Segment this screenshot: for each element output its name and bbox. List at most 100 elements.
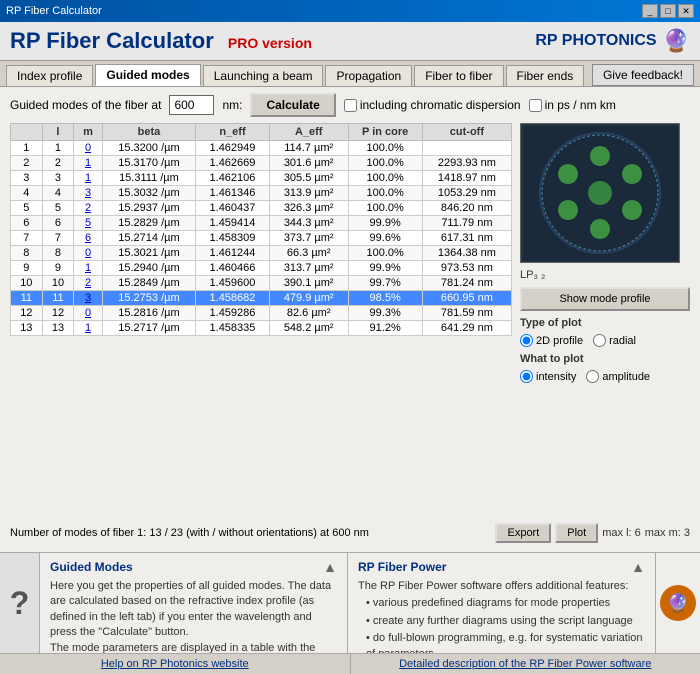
- cell-m[interactable]: 6: [74, 231, 103, 246]
- tab-guided-modes[interactable]: Guided modes: [95, 64, 200, 86]
- cell-cutoff: 973.53 nm: [422, 261, 511, 276]
- table-row[interactable]: 99115.2940 /µm1.460466313.7 µm²99.9%973.…: [11, 261, 512, 276]
- cell-pcore: 98.5%: [348, 291, 422, 306]
- cell-beta: 15.3021 /µm: [102, 246, 195, 261]
- cell-m[interactable]: 0: [74, 141, 103, 156]
- cell-neff: 1.460466: [196, 261, 270, 276]
- cell-cutoff: 846.20 nm: [422, 201, 511, 216]
- radio-intensity[interactable]: [520, 370, 533, 383]
- help-icon-area[interactable]: ?: [0, 553, 40, 653]
- table-row[interactable]: 22115.3170 /µm1.462669301.6 µm²100.0%229…: [11, 156, 512, 171]
- logo-photonics: HOTONICS: [572, 32, 656, 50]
- maximize-button[interactable]: □: [660, 4, 676, 18]
- cell-neff: 1.460437: [196, 201, 270, 216]
- right-panel: LP₃ ₂ Show mode profile Type of plot 2D …: [520, 123, 690, 516]
- cell-cutoff: 2293.93 nm: [422, 156, 511, 171]
- app-header: RP Fiber Calculator PRO version RP PHOTO…: [0, 22, 700, 61]
- table-header-row: l m beta n_eff A_eff P in core cut-off: [11, 124, 512, 141]
- window-controls: _ □ ✕: [642, 4, 694, 18]
- plot-button[interactable]: Plot: [555, 523, 598, 543]
- tab-launching-beam[interactable]: Launching a beam: [203, 65, 324, 86]
- table-row[interactable]: 55215.2937 /µm1.460437326.3 µm²100.0%846…: [11, 201, 512, 216]
- data-table-container: l m beta n_eff A_eff P in core cut-off 1…: [10, 123, 512, 516]
- chromatic-checkbox[interactable]: [344, 99, 357, 112]
- tab-propagation[interactable]: Propagation: [325, 65, 412, 86]
- tab-fiber-to-fiber[interactable]: Fiber to fiber: [414, 65, 503, 86]
- radio-2d-label: 2D profile: [520, 334, 583, 347]
- table-row[interactable]: 33115.3111 /µm1.462106305.5 µm²100.0%141…: [11, 171, 512, 186]
- table-row[interactable]: 88015.3021 /µm1.46124466.3 µm²100.0%1364…: [11, 246, 512, 261]
- logo-icon: 🔮: [663, 28, 690, 54]
- cell-cutoff: 660.95 nm: [422, 291, 511, 306]
- cell-m[interactable]: 0: [74, 306, 103, 321]
- table-row[interactable]: 66515.2829 /µm1.459414344.3 µm²99.9%711.…: [11, 216, 512, 231]
- fiber-preview: [520, 123, 680, 263]
- wavelength-input[interactable]: [169, 95, 214, 115]
- cell-l: 8: [42, 246, 74, 261]
- export-button[interactable]: Export: [495, 523, 551, 543]
- title-bar: RP Fiber Calculator _ □ ✕: [0, 0, 700, 22]
- table-row[interactable]: 1313115.2717 /µm1.458335548.2 µm²91.2%64…: [11, 321, 512, 336]
- radio-intensity-label: intensity: [520, 370, 576, 383]
- cell-m[interactable]: 3: [74, 291, 103, 306]
- table-row[interactable]: 77615.2714 /µm1.458309373.7 µm²99.6%617.…: [11, 231, 512, 246]
- rp-photonics-logo: RP PHOTONICS 🔮: [535, 28, 690, 54]
- cell-pcore: 100.0%: [348, 171, 422, 186]
- close-button[interactable]: ✕: [678, 4, 694, 18]
- calculate-button[interactable]: Calculate: [250, 93, 335, 117]
- cell-m[interactable]: 1: [74, 171, 103, 186]
- cell-aeff: 301.6 µm²: [269, 156, 348, 171]
- rp-fiber-power-panel-header: RP Fiber Power ▲: [358, 559, 645, 575]
- cell-m[interactable]: 1: [74, 321, 103, 336]
- fiber-power-desc-link[interactable]: Detailed description of the RP Fiber Pow…: [351, 654, 700, 674]
- rp-fiber-power-collapse-button[interactable]: ▲: [631, 559, 645, 575]
- radio-radial[interactable]: [593, 334, 606, 347]
- cell-pcore: 99.6%: [348, 231, 422, 246]
- cell-aeff: 373.7 µm²: [269, 231, 348, 246]
- cell-beta: 15.2816 /µm: [102, 306, 195, 321]
- radio-amplitude[interactable]: [586, 370, 599, 383]
- bottom-panel: ? Guided Modes ▲ Here you get the proper…: [0, 552, 700, 674]
- cell-index: 7: [11, 231, 43, 246]
- cell-m[interactable]: 1: [74, 156, 103, 171]
- col-header-m: m: [74, 124, 103, 141]
- cell-m[interactable]: 1: [74, 261, 103, 276]
- cell-m[interactable]: 5: [74, 216, 103, 231]
- modes-table: l m beta n_eff A_eff P in core cut-off 1…: [10, 123, 512, 336]
- show-mode-profile-button[interactable]: Show mode profile: [520, 287, 690, 311]
- ps-nm-checkbox-label: in ps / nm km: [529, 98, 616, 112]
- table-row[interactable]: 11015.3200 /µm1.462949114.7 µm²100.0%: [11, 141, 512, 156]
- cell-aeff: 390.1 µm²: [269, 276, 348, 291]
- cell-l: 9: [42, 261, 74, 276]
- tab-index-profile[interactable]: Index profile: [6, 65, 93, 86]
- radio-2d[interactable]: [520, 334, 533, 347]
- cell-l: 4: [42, 186, 74, 201]
- guided-modes-collapse-button[interactable]: ▲: [323, 559, 337, 575]
- info-section: ? Guided Modes ▲ Here you get the proper…: [0, 553, 700, 653]
- cell-beta: 15.2829 /µm: [102, 216, 195, 231]
- cell-l: 13: [42, 321, 74, 336]
- table-row[interactable]: 1010215.2849 /µm1.459600390.1 µm²99.7%78…: [11, 276, 512, 291]
- feedback-button[interactable]: Give feedback!: [592, 64, 694, 86]
- cell-l: 7: [42, 231, 74, 246]
- cell-m[interactable]: 3: [74, 186, 103, 201]
- rp-fiber-power-bullet-1: various predefined diagrams for mode pro…: [366, 596, 645, 611]
- table-row[interactable]: 44315.3032 /µm1.461346313.9 µm²100.0%105…: [11, 186, 512, 201]
- table-row[interactable]: 1212015.2816 /µm1.45928682.6 µm²99.3%781…: [11, 306, 512, 321]
- what-to-plot-group: What to plot intensity amplitude: [520, 353, 690, 383]
- tab-fiber-ends[interactable]: Fiber ends: [506, 65, 585, 86]
- plot-type-row: 2D profile radial: [520, 334, 690, 347]
- cell-pcore: 100.0%: [348, 201, 422, 216]
- cell-m[interactable]: 0: [74, 246, 103, 261]
- cell-m[interactable]: 2: [74, 276, 103, 291]
- cell-beta: 15.2717 /µm: [102, 321, 195, 336]
- col-header-pcore: P in core: [348, 124, 422, 141]
- minimize-button[interactable]: _: [642, 4, 658, 18]
- ps-nm-checkbox[interactable]: [529, 99, 542, 112]
- help-photonics-link[interactable]: Help on RP Photonics website: [0, 654, 351, 674]
- table-row[interactable]: 1111315.2753 /µm1.458682479.9 µm²98.5%66…: [11, 291, 512, 306]
- guided-modes-panel-text: Here you get the properties of all guide…: [50, 579, 337, 653]
- guided-modes-text-line1: Here you get the properties of all guide…: [50, 580, 331, 592]
- cell-m[interactable]: 2: [74, 201, 103, 216]
- bottom-logo-area: 🔮: [655, 553, 700, 653]
